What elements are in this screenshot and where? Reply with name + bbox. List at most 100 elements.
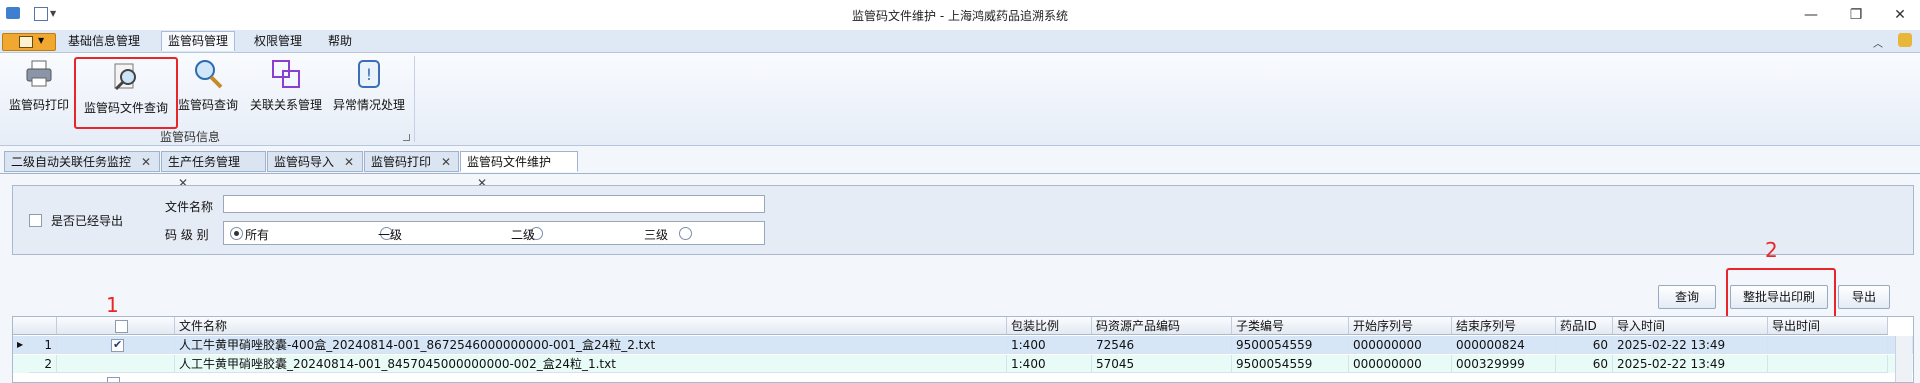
cell-start-serial: 000000000 — [1349, 336, 1452, 354]
doc-tab-label: 监管码打印 — [371, 155, 432, 169]
row-index: 2 — [29, 355, 57, 373]
cell-filename: 人工牛黄甲硝唑胶囊-400盒_20240814-001_867254600000… — [175, 336, 1007, 354]
cell-sub-number: 9500054559 — [1232, 336, 1349, 354]
level-label: 码 级 别 — [165, 228, 209, 242]
ribbon-group-expand-icon[interactable] — [403, 134, 410, 141]
cell-product-code: 57045 — [1092, 355, 1232, 373]
cell-ratio: 1:400 — [1007, 355, 1092, 373]
skin-icon[interactable] — [1898, 33, 1912, 47]
relation-management-button[interactable]: 关联关系管理 — [246, 58, 326, 118]
column-header-end-serial[interactable]: 结束序列号 — [1452, 317, 1556, 335]
row-select-cell[interactable] — [57, 374, 175, 382]
cell-export-time — [1768, 336, 1888, 354]
column-header-filename[interactable]: 文件名称 — [175, 317, 1007, 335]
title-bar: ▼ 监管码文件维护 - 上海鸿威药品追溯系统 — ❐ ✕ — [0, 0, 1920, 30]
row-indicator-header — [13, 317, 57, 335]
column-header-ratio[interactable]: 包装比例 — [1007, 317, 1092, 335]
file-search-icon — [110, 61, 142, 93]
level-one-label: 一级 — [378, 228, 403, 242]
app-menu-button[interactable]: ▼ — [2, 33, 56, 51]
row-index: 1 — [29, 336, 57, 354]
magnifier-icon — [192, 58, 224, 90]
alert-icon: ! — [353, 58, 385, 90]
tab-code-management[interactable]: 监管码管理 — [161, 31, 236, 51]
close-button[interactable]: ✕ — [1882, 4, 1918, 26]
cell-import-time: 2025-02-22 13:49 — [1613, 336, 1768, 354]
level-all-radio[interactable] — [230, 227, 243, 240]
cell-start-serial: 000000000 — [1349, 355, 1452, 373]
doc-tab-code-print[interactable]: 监管码打印 ✕ — [364, 151, 459, 172]
close-icon[interactable]: ✕ — [441, 155, 451, 169]
column-header-product-code[interactable]: 码资源产品编码 — [1092, 317, 1232, 335]
row-select-cell[interactable]: ✔ — [57, 336, 175, 354]
exception-handling-button[interactable]: ! 异常情况处理 — [330, 58, 408, 118]
close-icon[interactable]: ✕ — [141, 155, 151, 169]
cell-sub-number: 9500054559 — [1232, 355, 1349, 373]
relation-icon — [270, 58, 302, 90]
tab-help[interactable]: 帮助 — [322, 32, 358, 51]
doc-tab-code-import[interactable]: 监管码导入 ✕ — [267, 151, 363, 172]
code-query-button[interactable]: 监管码查询 — [176, 58, 240, 118]
tab-basic-info[interactable]: 基础信息管理 — [62, 32, 146, 51]
printer-icon — [23, 58, 55, 90]
column-header-start-serial[interactable]: 开始序列号 — [1349, 317, 1452, 335]
annotation-number-2: 2 — [1765, 238, 1778, 262]
ribbon-collapse-icon[interactable]: ︿ — [1873, 35, 1883, 50]
cell-drug-id: 60 — [1556, 355, 1613, 373]
row-select-cell[interactable] — [57, 355, 175, 373]
cell-drug-id: 60 — [1556, 336, 1613, 354]
maximize-button[interactable]: ❐ — [1838, 4, 1874, 26]
ribbon-group-label: 监管码信息 — [160, 130, 221, 144]
ribbon-group-divider — [414, 56, 415, 142]
doc-tab-auto-relation[interactable]: 二级自动关联任务监控 ✕ — [4, 151, 160, 172]
export-button[interactable]: 导出 — [1838, 285, 1890, 309]
exception-handling-label: 异常情况处理 — [332, 98, 405, 112]
row-checkbox-checked[interactable]: ✔ — [111, 338, 124, 352]
doc-tab-label: 生产任务管理 — [168, 155, 241, 169]
exported-checkbox[interactable] — [29, 214, 42, 227]
file-grid: 文件名称 包装比例 码资源产品编码 子类编号 开始序列号 结束序列号 药品ID … — [12, 316, 1914, 383]
app-menu-icon — [19, 36, 33, 48]
code-file-query-label: 监管码文件查询 — [83, 101, 168, 115]
doc-tab-label: 监管码文件维护 — [467, 155, 552, 169]
filter-panel: 是否已经导出 文件名称 码 级 别 所有 一级 二级 三级 — [12, 185, 1914, 255]
cell-end-serial: 000329999 — [1452, 355, 1556, 373]
minimize-button[interactable]: — — [1793, 4, 1829, 26]
cell-product-code: 72546 — [1092, 336, 1232, 354]
column-header-import-time[interactable]: 导入时间 — [1613, 317, 1768, 335]
doc-tab-production-task[interactable]: 生产任务管理✕ — [161, 151, 266, 190]
level-two-label: 二级 — [511, 228, 536, 242]
table-row-partial — [13, 374, 1913, 382]
svg-text:!: ! — [366, 65, 372, 84]
relation-management-label: 关联关系管理 — [249, 98, 322, 112]
doc-tab-label: 监管码导入 — [274, 155, 335, 169]
query-button[interactable]: 查询 — [1658, 285, 1716, 309]
cell-import-time: 2025-02-22 13:49 — [1613, 355, 1768, 373]
select-column-header[interactable] — [57, 317, 175, 335]
filename-input[interactable] — [223, 195, 765, 213]
app-menu-arrow-icon: ▼ — [38, 36, 45, 45]
select-all-checkbox[interactable] — [115, 320, 128, 333]
table-row[interactable]: 2 人工牛黄甲硝唑胶囊_20240814-001_845704500000000… — [13, 355, 1913, 373]
check-icon: ✔ — [113, 338, 123, 351]
print-code-button[interactable]: 监管码打印 — [4, 58, 74, 118]
tab-permissions[interactable]: 权限管理 — [248, 32, 308, 51]
exported-label: 是否已经导出 — [51, 214, 124, 228]
table-row[interactable]: ▶ 1 ✔ 人工牛黄甲硝唑胶囊-400盒_20240814-001_867254… — [13, 336, 1913, 354]
row-indicator-arrow-icon: ▶ — [13, 336, 29, 354]
level-all-label: 所有 — [245, 228, 270, 242]
filename-label: 文件名称 — [165, 200, 214, 214]
doc-tab-code-file-maintenance[interactable]: 监管码文件维护✕ — [460, 151, 578, 190]
column-header-drug-id[interactable]: 药品ID — [1556, 317, 1613, 335]
row-checkbox[interactable] — [107, 377, 120, 382]
annotation-number-1: 1 — [106, 293, 119, 317]
code-file-query-button[interactable]: 监管码文件查询 — [74, 57, 178, 129]
column-header-sub-number[interactable]: 子类编号 — [1232, 317, 1349, 335]
cell-export-time — [1768, 355, 1888, 373]
window-title: 监管码文件维护 - 上海鸿威药品追溯系统 — [852, 9, 1068, 23]
close-icon[interactable]: ✕ — [344, 155, 354, 169]
print-code-label: 监管码打印 — [8, 98, 69, 112]
vertical-scrollbar[interactable] — [1895, 336, 1912, 382]
column-header-export-time[interactable]: 导出时间 — [1768, 317, 1888, 335]
level-three-label: 三级 — [644, 228, 669, 242]
